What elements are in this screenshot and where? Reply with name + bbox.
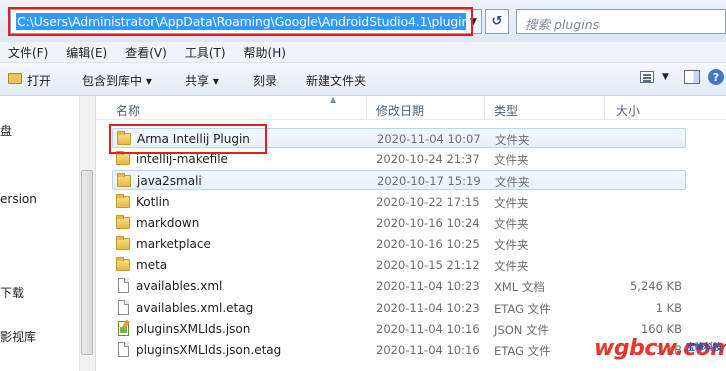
share-button[interactable]: 共享 ▾ [185, 72, 219, 89]
plugin-annotation-box [109, 124, 267, 154]
file-type: 文件夹 [494, 217, 529, 231]
file-type: JSON 文件 [494, 323, 550, 337]
sort-up-icon: ▲ [330, 95, 337, 104]
search-input[interactable]: 搜索 plugins [516, 9, 726, 34]
file-name: intellij-makefile [136, 152, 228, 166]
file-name: meta [136, 258, 168, 272]
file-name: markdown [136, 216, 200, 230]
navigation-scroll-thumb[interactable] [81, 170, 93, 355]
file-modified-date: 2020-11-04 10:07 [377, 132, 481, 146]
file-type: ETAG 文件 [494, 302, 551, 316]
file-type: 文件夹 [494, 259, 529, 273]
folder-icon [116, 194, 130, 208]
file-type: XML 文档 [494, 280, 545, 294]
folder-icon [116, 215, 130, 229]
menu-help[interactable]: 帮助(H) [244, 44, 286, 61]
file-size: 160 KB [640, 322, 682, 336]
column-size[interactable]: 大小 [616, 102, 640, 119]
file-name: availables.xml [136, 279, 223, 293]
file-type: 文件夹 [495, 133, 530, 147]
file-type: 文件夹 [495, 175, 530, 189]
file-type: 文件夹 [494, 196, 529, 210]
file-size: 5,246 KB [629, 279, 682, 293]
folder-icon [116, 151, 130, 165]
file-name: Kotlin [136, 195, 170, 209]
refresh-icon: ↺ [491, 14, 503, 29]
file-row[interactable]: markdown 2020-10-16 10:24 文件夹 [112, 213, 686, 233]
new-folder-button[interactable]: 新建文件夹 [306, 72, 366, 89]
burn-button[interactable]: 刻录 [253, 72, 277, 89]
open-icon [8, 73, 22, 84]
watermark-subtext: 宝峰科技 [686, 343, 723, 353]
nav-item-video-library[interactable]: 影视库 [0, 328, 36, 345]
nav-item-downloads[interactable]: 下载 [0, 284, 24, 301]
open-button[interactable]: 打开 [27, 72, 51, 89]
file-row[interactable]: availables.xml 2020-11-04 10:23 XML 文档 5,24… [112, 276, 686, 296]
menu-tools[interactable]: 工具(T) [185, 44, 226, 61]
file-modified-date: 2020-10-16 10:25 [376, 237, 480, 251]
file-row[interactable]: meta 2020-10-15 21:12 文件夹 [112, 255, 686, 275]
column-divider[interactable] [484, 96, 485, 120]
file-modified-date: 2020-11-04 10:16 [376, 322, 480, 336]
column-header: ▲ 名称 修改日期 类型 大小 [96, 95, 726, 120]
nav-item-version[interactable]: ersion [0, 192, 37, 206]
file-row[interactable]: marketplace 2020-10-16 10:25 文件夹 [112, 234, 686, 254]
menu-view[interactable]: 查看(V) [125, 44, 167, 61]
file-type: ETAG 文件 [494, 344, 551, 358]
preview-pane-icon[interactable] [684, 70, 700, 84]
column-type[interactable]: 类型 [494, 102, 518, 119]
file-modified-date: 2020-10-24 21:37 [376, 152, 480, 166]
file-icon [118, 300, 129, 315]
file-row[interactable]: Kotlin 2020-10-22 17:15 文件夹 [112, 192, 686, 212]
file-modified-date: 2020-10-22 17:15 [376, 195, 480, 209]
file-modified-date: 2020-10-16 10:24 [376, 216, 480, 230]
refresh-button[interactable]: ↺ [485, 9, 509, 34]
view-options-icon[interactable] [640, 71, 654, 83]
file-modified-date: 2020-10-17 15:19 [377, 174, 481, 188]
menu-bar: 文件(F) 编辑(E) 查看(V) 工具(T) 帮助(H) [0, 42, 726, 63]
column-divider[interactable] [366, 96, 367, 120]
file-modified-date: 2020-10-15 21:12 [376, 258, 480, 272]
file-type: 文件夹 [494, 238, 529, 252]
folder-icon [116, 257, 130, 271]
column-name[interactable]: 名称 [116, 102, 140, 119]
folder-icon [117, 173, 131, 187]
nav-item-drive[interactable]: 盘 [0, 122, 12, 139]
file-size: 1 KB [655, 301, 682, 315]
file-name: pluginsXMLIds.json [136, 322, 251, 336]
column-divider[interactable] [604, 96, 605, 120]
file-icon [118, 342, 129, 357]
file-type: 文件夹 [494, 153, 529, 167]
file-name: java2smali [137, 174, 202, 188]
file-row[interactable]: java2smali 2020-10-17 15:19 文件夹 [112, 170, 686, 190]
folder-icon [116, 236, 130, 250]
search-placeholder: 搜索 plugins [525, 17, 600, 32]
file-icon [118, 278, 129, 293]
help-icon[interactable]: ? [708, 69, 724, 85]
file-row[interactable]: availables.xml.etag 2020-11-04 10:23 ETAG … [112, 298, 686, 318]
include-in-library-button[interactable]: 包含到库中 ▾ [82, 72, 152, 89]
menu-file[interactable]: 文件(F) [8, 44, 48, 61]
menu-edit[interactable]: 编辑(E) [66, 44, 107, 61]
address-annotation-box [8, 7, 473, 36]
command-bar: 打开 包含到库中 ▾ 共享 ▾ 刻录 新建文件夹 [0, 63, 726, 96]
file-name: availables.xml.etag [136, 301, 254, 315]
file-name: pluginsXMLIds.json.etag [136, 343, 282, 357]
file-name: marketplace [136, 237, 211, 251]
file-modified-date: 2020-11-04 10:23 [376, 301, 480, 315]
json-icon [118, 321, 129, 336]
file-modified-date: 2020-11-04 10:23 [376, 279, 480, 293]
view-options-dropdown[interactable]: ▼ [662, 72, 669, 82]
file-modified-date: 2020-11-04 10:16 [376, 343, 480, 357]
column-modified[interactable]: 修改日期 [376, 102, 424, 119]
